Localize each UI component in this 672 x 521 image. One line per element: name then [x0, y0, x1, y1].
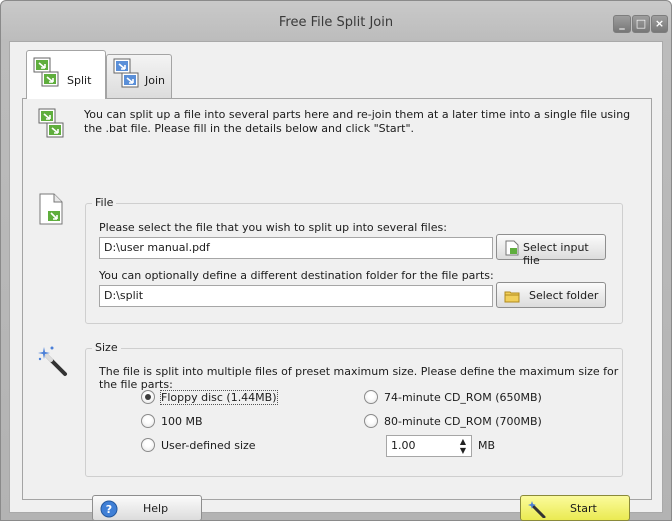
start-label: Start [570, 502, 597, 515]
window-title: Free File Split Join [278, 15, 394, 30]
select-folder-label: Select folder [529, 289, 599, 302]
minimize-button[interactable]: _ [613, 15, 631, 33]
magic-wand-icon [528, 501, 546, 518]
radio-indicator [141, 414, 155, 428]
tab-join[interactable]: Join [106, 54, 172, 98]
split-icon [38, 108, 64, 138]
input-file-field[interactable]: D:\user manual.pdf [99, 237, 493, 259]
radio-floppy-disc-label: Floppy disc (1.44MB) [160, 390, 278, 405]
radio-cd-74-label: 74-minute CD_ROM (650MB) [384, 391, 542, 404]
radio-cd-80-label: 80-minute CD_ROM (700MB) [384, 415, 542, 428]
close-button[interactable]: × [651, 15, 668, 33]
destination-folder-field[interactable]: D:\split [99, 285, 493, 307]
radio-indicator [141, 438, 155, 452]
tab-split-label: Split [67, 74, 92, 87]
file-icon [39, 193, 63, 225]
input-file-label: Please select the file that you wish to … [99, 221, 447, 234]
intro-text: You can split up a file into several par… [84, 108, 631, 135]
start-button[interactable]: Start [520, 495, 630, 521]
spin-up-icon[interactable]: ▲ [457, 437, 469, 446]
radio-user-defined-label: User-defined size [161, 439, 256, 452]
title-bar[interactable]: Free File Split Join _ □ × [1, 1, 671, 37]
radio-indicator [141, 390, 155, 404]
file-group: File Please select the file that you wis… [85, 196, 623, 324]
tab-join-label: Join [145, 74, 166, 87]
size-group: Size The file is split into multiple fil… [85, 341, 623, 477]
svg-text:?: ? [106, 503, 112, 516]
split-icon [33, 57, 59, 87]
help-label: Help [143, 502, 169, 515]
size-description: The file is split into multiple files of… [99, 365, 619, 391]
app-window: Free File Split Join _ □ × Split Join Yo… [0, 0, 672, 521]
client-area: Split Join You can split up a file into … [9, 41, 663, 521]
destination-folder-label: You can optionally define a different de… [99, 269, 494, 282]
radio-indicator [364, 390, 378, 404]
file-group-title: File [92, 196, 117, 209]
join-icon [113, 58, 139, 88]
magic-wand-icon [38, 346, 67, 376]
split-panel: You can split up a file into several par… [22, 98, 652, 521]
select-input-file-button[interactable]: Select input file [496, 234, 606, 267]
select-input-file-label: Select input file [523, 241, 589, 267]
radio-100mb-label: 100 MB [161, 415, 203, 428]
custom-size-unit: MB [478, 439, 496, 452]
size-group-title: Size [92, 341, 121, 354]
spin-down-icon[interactable]: ▼ [457, 446, 469, 455]
maximize-button[interactable]: □ [632, 15, 650, 33]
custom-size-value[interactable]: 1.00 [391, 439, 416, 452]
select-folder-button[interactable]: Select folder [496, 282, 606, 308]
tab-split[interactable]: Split [26, 50, 106, 99]
folder-icon [504, 291, 520, 303]
file-icon [505, 240, 519, 256]
radio-indicator [364, 414, 378, 428]
help-icon: ? [100, 500, 118, 518]
help-button[interactable]: ? Help [92, 495, 202, 521]
custom-size-stepper[interactable]: 1.00 ▲ ▼ [386, 435, 472, 457]
